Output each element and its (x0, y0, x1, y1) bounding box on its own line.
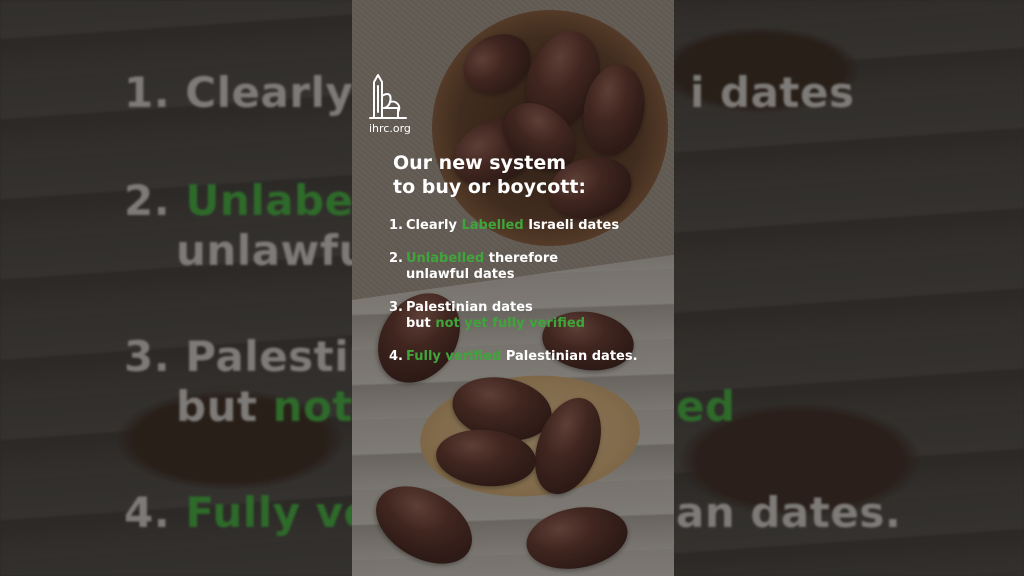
background-line-3: unlawfu (176, 226, 369, 275)
item-highlight: Unlabelled (406, 251, 485, 266)
background-text: an dates. (676, 488, 902, 537)
item-number: 3. (389, 300, 403, 315)
background-text: unlawfu (176, 226, 370, 275)
background-line-1-end: i dates (690, 68, 855, 117)
item-text-line-2: but not yet fully verified (389, 316, 585, 332)
page-title: Our new system to buy or boycott: (393, 151, 653, 199)
list-item: 4. Fully verified Palestinian dates. (389, 349, 638, 365)
background-text: 1. Clearly (124, 68, 369, 117)
item-text: Clearly (406, 218, 462, 233)
background-text-green: not (272, 382, 354, 431)
list-item: 1. Clearly Labelled Israeli dates (389, 218, 619, 234)
background-line-6-end: an dates. (676, 488, 901, 537)
item-text: therefore (484, 251, 559, 266)
item-number: 4. (389, 349, 403, 364)
item-number: 2. (389, 251, 403, 266)
item-text: but (406, 316, 436, 331)
title-line-2: to buy or boycott: (393, 176, 587, 198)
item-highlight: not yet fully verified (435, 316, 586, 331)
item-highlight: Labelled (461, 218, 524, 233)
list-item: 2. Unlabelled therefore unlawful dates (389, 251, 558, 283)
background-line-4: 3. Palestin (124, 332, 380, 381)
background-text: 3. Palestin (124, 332, 380, 381)
background-text: 2. (124, 176, 186, 225)
background-text-green: Fully ve (185, 488, 373, 537)
background-text: 4. (124, 488, 186, 537)
background-line-5: but not (176, 382, 353, 431)
background-text: i dates (690, 68, 855, 117)
logo-text: ihrc.org (369, 122, 411, 135)
item-text: Israeli dates (523, 218, 620, 233)
item-highlight: Fully verified (406, 349, 502, 364)
item-text: Palestinian dates. (501, 349, 638, 364)
background-line-5-end: ed (676, 382, 736, 431)
title-line-1: Our new system (393, 152, 567, 174)
item-text-line-2: unlawful dates (406, 267, 515, 282)
background-text-green: ed (676, 382, 736, 431)
item-number: 1. (389, 218, 403, 233)
background-line-6: 4. Fully ve (124, 488, 372, 537)
list-item: 3. Palestinian dates but not yet fully ve… (389, 300, 585, 332)
background-text: but (176, 382, 273, 431)
item-text: Palestinian dates (406, 300, 533, 315)
